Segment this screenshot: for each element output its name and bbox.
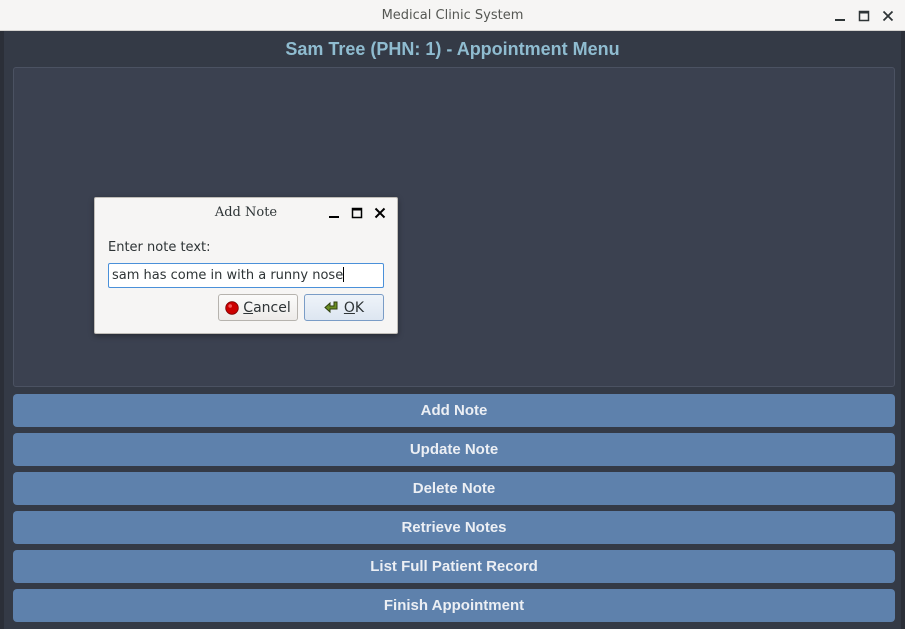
note-text-label: Enter note text: <box>108 240 211 255</box>
note-text-input[interactable]: sam has come in with a runny nose <box>108 263 384 288</box>
add-note-dialog: Add Note Enter note text: sam has come i… <box>94 197 398 334</box>
ok-button[interactable]: OK <box>304 294 384 321</box>
retrieve-notes-button[interactable]: Retrieve Notes <box>13 511 895 544</box>
finish-appointment-button[interactable]: Finish Appointment <box>13 589 895 622</box>
update-note-button[interactable]: Update Note <box>13 433 895 466</box>
enter-arrow-icon <box>324 301 338 313</box>
delete-note-button[interactable]: Delete Note <box>13 472 895 505</box>
maximize-icon[interactable] <box>348 205 366 221</box>
close-icon[interactable] <box>879 7 897 25</box>
close-icon[interactable] <box>371 205 389 221</box>
text-caret <box>343 267 345 282</box>
minimize-icon[interactable] <box>831 7 849 25</box>
minimize-icon[interactable] <box>325 205 343 221</box>
dialog-controls <box>325 205 389 221</box>
ok-label: OK <box>343 299 365 316</box>
page-title: Sam Tree (PHN: 1) - Appointment Menu <box>285 39 620 59</box>
maximize-icon[interactable] <box>855 7 873 25</box>
window-titlebar: Medical Clinic System <box>0 0 905 31</box>
list-full-patient-record-button[interactable]: List Full Patient Record <box>13 550 895 583</box>
cancel-label: Cancel <box>243 299 291 316</box>
note-text-value: sam has come in with a runny nose <box>112 268 344 283</box>
window-title: Medical Clinic System <box>381 7 524 23</box>
add-note-button[interactable]: Add Note <box>13 394 895 427</box>
cancel-button[interactable]: Cancel <box>218 294 298 321</box>
window-controls <box>831 7 897 25</box>
stop-circle-icon <box>225 300 239 315</box>
